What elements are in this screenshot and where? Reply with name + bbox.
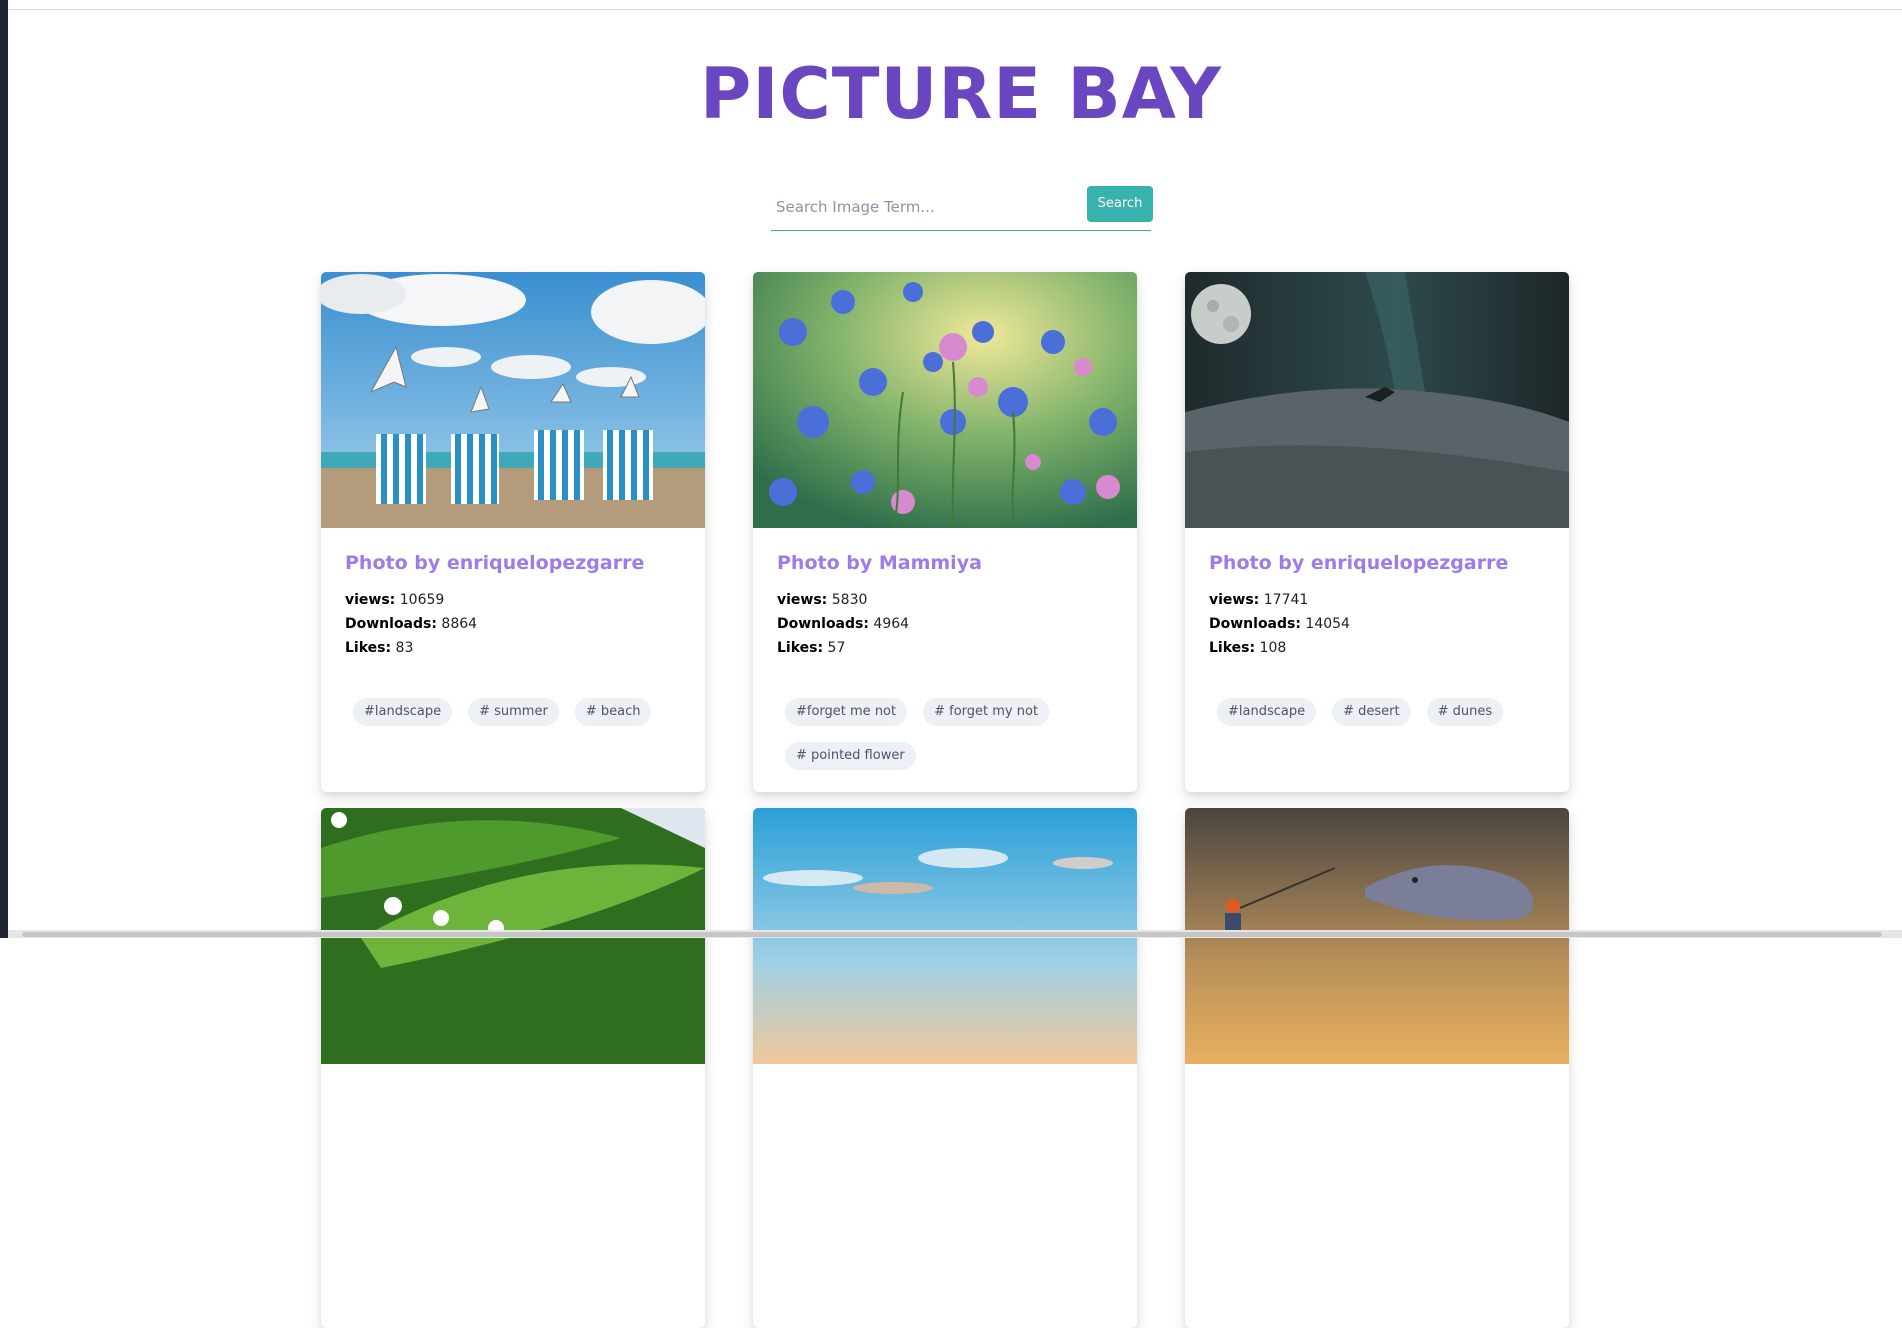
card-downloads: Downloads: 8864 bbox=[345, 612, 681, 636]
tag[interactable]: #forget me not bbox=[785, 698, 908, 726]
image-grid: Photo by enriquelopezgarre views: 10659 … bbox=[321, 272, 1569, 1328]
tag[interactable]: # dunes bbox=[1426, 698, 1504, 726]
tag-list: #landscape # summer # beach bbox=[321, 660, 705, 726]
image-card: Photo by enriquelopezgarre views: 10659 … bbox=[321, 272, 705, 792]
card-views: views: 10659 bbox=[345, 588, 681, 612]
downloads-label: Downloads: bbox=[345, 616, 437, 632]
tag-list: #forget me not # forget my not # pointed… bbox=[753, 660, 1137, 770]
downloads-value: 8864 bbox=[441, 616, 478, 632]
views-label: views: bbox=[777, 592, 828, 608]
card-image-desert[interactable] bbox=[1185, 272, 1569, 528]
tag[interactable]: # pointed flower bbox=[785, 742, 916, 770]
likes-label: Likes: bbox=[345, 640, 392, 656]
downloads-label: Downloads: bbox=[777, 616, 869, 632]
tag[interactable]: # forget my not bbox=[923, 698, 1050, 726]
card-author: Photo by enriquelopezgarre bbox=[1209, 552, 1509, 574]
card-likes: Likes: 57 bbox=[777, 636, 1113, 660]
card-author: Photo by Mammiya bbox=[777, 552, 982, 574]
tag[interactable]: # beach bbox=[574, 698, 652, 726]
tag-list: #landscape # desert # dunes bbox=[1185, 660, 1569, 726]
downloads-value: 4964 bbox=[873, 616, 910, 632]
tag[interactable]: # summer bbox=[468, 698, 559, 726]
likes-label: Likes: bbox=[1209, 640, 1256, 656]
downloads-value: 14054 bbox=[1305, 616, 1350, 632]
card-views: views: 17741 bbox=[1209, 588, 1545, 612]
tag[interactable]: # desert bbox=[1332, 698, 1411, 726]
card-image-flowers[interactable] bbox=[753, 272, 1137, 528]
likes-value: 108 bbox=[1259, 640, 1287, 656]
image-card: Photo by Mammiya views: 5830 Downloads: … bbox=[753, 272, 1137, 792]
search-form: Search bbox=[771, 186, 1153, 231]
tag[interactable]: #landscape bbox=[1217, 698, 1317, 726]
image-card bbox=[321, 808, 705, 1328]
likes-value: 83 bbox=[395, 640, 414, 656]
page-title: PICTURE BAY bbox=[700, 53, 1222, 135]
tag[interactable]: #landscape bbox=[353, 698, 453, 726]
window-left-edge bbox=[0, 0, 8, 938]
card-author: Photo by enriquelopezgarre bbox=[345, 552, 645, 574]
likes-label: Likes: bbox=[777, 640, 824, 656]
likes-value: 57 bbox=[827, 640, 846, 656]
card-downloads: Downloads: 4964 bbox=[777, 612, 1113, 636]
views-label: views: bbox=[1209, 592, 1260, 608]
scrollbar-thumb[interactable] bbox=[22, 932, 1882, 937]
card-views: views: 5830 bbox=[777, 588, 1113, 612]
card-likes: Likes: 108 bbox=[1209, 636, 1545, 660]
search-input[interactable] bbox=[771, 186, 1078, 228]
views-label: views: bbox=[345, 592, 396, 608]
views-value: 10659 bbox=[399, 592, 445, 608]
card-likes: Likes: 83 bbox=[345, 636, 681, 660]
horizontal-scrollbar[interactable] bbox=[8, 930, 1902, 938]
image-card bbox=[1185, 808, 1569, 1328]
image-card bbox=[753, 808, 1137, 1328]
image-card: Photo by enriquelopezgarre views: 17741 … bbox=[1185, 272, 1569, 792]
downloads-label: Downloads: bbox=[1209, 616, 1301, 632]
card-downloads: Downloads: 14054 bbox=[1209, 612, 1545, 636]
top-divider bbox=[8, 9, 1902, 10]
views-value: 17741 bbox=[1263, 592, 1309, 608]
card-image-beach[interactable] bbox=[321, 272, 705, 528]
views-value: 5830 bbox=[831, 592, 868, 608]
search-button[interactable]: Search bbox=[1087, 186, 1153, 222]
